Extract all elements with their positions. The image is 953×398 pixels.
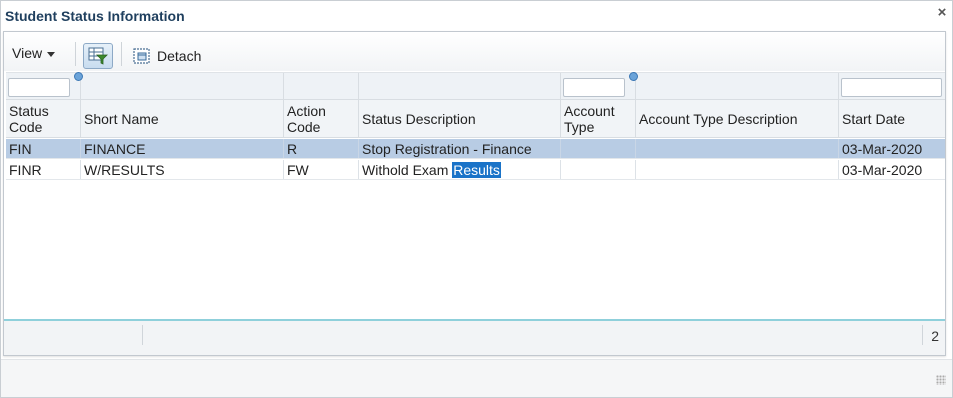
- cell-status-code: FINR: [6, 160, 81, 179]
- filter-cell-status-code: [6, 72, 83, 99]
- column-header-start-date[interactable]: Start Date: [839, 100, 945, 137]
- cell-action-code: FW: [284, 160, 359, 179]
- dialog-bottom-area: [1, 359, 952, 397]
- query-by-example-button[interactable]: [83, 43, 113, 69]
- cell-status-code: FIN: [6, 139, 81, 158]
- student-status-dialog: Student Status Information × View Detach…: [0, 0, 953, 398]
- cell-short-name: W/RESULTS: [81, 160, 284, 179]
- column-header-short-name[interactable]: Short Name: [81, 100, 284, 137]
- cell-status-description: Stop Registration - Finance: [359, 139, 561, 158]
- column-header-action-code[interactable]: Action Code: [284, 100, 359, 137]
- column-header-account-type[interactable]: Account Type: [561, 100, 636, 137]
- cell-account-type-description: [636, 139, 839, 158]
- footer-divider: [922, 325, 923, 345]
- chevron-down-icon: [47, 51, 56, 57]
- status-description-text: Withold Exam: [362, 161, 453, 178]
- detach-button[interactable]: Detach: [133, 46, 201, 66]
- filter-input-account-type[interactable]: [563, 78, 625, 97]
- toolbar: View Detach: [4, 32, 945, 71]
- filter-cell-action-code: [284, 73, 359, 99]
- cell-account-type: [561, 160, 636, 179]
- cell-action-code: R: [284, 139, 359, 158]
- detach-label: Detach: [157, 48, 202, 64]
- toolbar-separator: [75, 42, 76, 66]
- filter-icon: [88, 47, 108, 65]
- record-count: 2: [931, 328, 939, 344]
- table-header: Status Code Short Name Action Code Statu…: [6, 100, 945, 138]
- cell-account-type-description: [636, 160, 839, 179]
- cell-account-type: [561, 139, 636, 158]
- table-row[interactable]: FINR W/RESULTS FW Withold Exam Results 0…: [6, 160, 945, 180]
- detach-icon: [133, 48, 150, 64]
- toolbar-separator: [121, 42, 122, 66]
- column-header-status-code[interactable]: Status Code: [6, 100, 81, 137]
- cell-start-date: 03-Mar-2020: [842, 140, 923, 157]
- filter-cell-short-name: [81, 73, 284, 99]
- results-panel: View Detach Status Code Short Name Actio…: [3, 31, 946, 356]
- cell-short-name: FINANCE: [81, 139, 284, 158]
- filter-input-start-date[interactable]: [841, 78, 942, 97]
- status-table: Status Code Short Name Action Code Statu…: [6, 72, 945, 318]
- filter-cell-status-description: [359, 73, 561, 99]
- view-menu-button[interactable]: View: [12, 42, 56, 64]
- table-row[interactable]: FIN FINANCE R Stop Registration - Financ…: [6, 139, 945, 159]
- filter-cell-account-type-description: [636, 73, 839, 99]
- resize-grip-icon[interactable]: [936, 375, 946, 385]
- column-header-status-description[interactable]: Status Description: [359, 100, 561, 137]
- cell-start-date: 03-Mar-2020: [842, 161, 923, 178]
- filter-row: [6, 72, 945, 100]
- dialog-title-bar: Student Status Information ×: [1, 1, 952, 31]
- filter-cell-start-date: [839, 73, 945, 99]
- filter-cell-account-type: [561, 72, 638, 99]
- filter-input-status-code[interactable]: [8, 78, 70, 97]
- footer-divider: [142, 325, 143, 345]
- selected-text-highlight: Results: [452, 161, 501, 178]
- close-icon[interactable]: ×: [936, 5, 948, 20]
- view-menu-label: View: [12, 45, 43, 61]
- dialog-title: Student Status Information: [5, 8, 185, 24]
- cell-status-description: Withold Exam Results: [359, 160, 561, 179]
- table-footer: 2: [4, 319, 945, 355]
- column-header-account-type-description[interactable]: Account Type Description: [636, 100, 839, 137]
